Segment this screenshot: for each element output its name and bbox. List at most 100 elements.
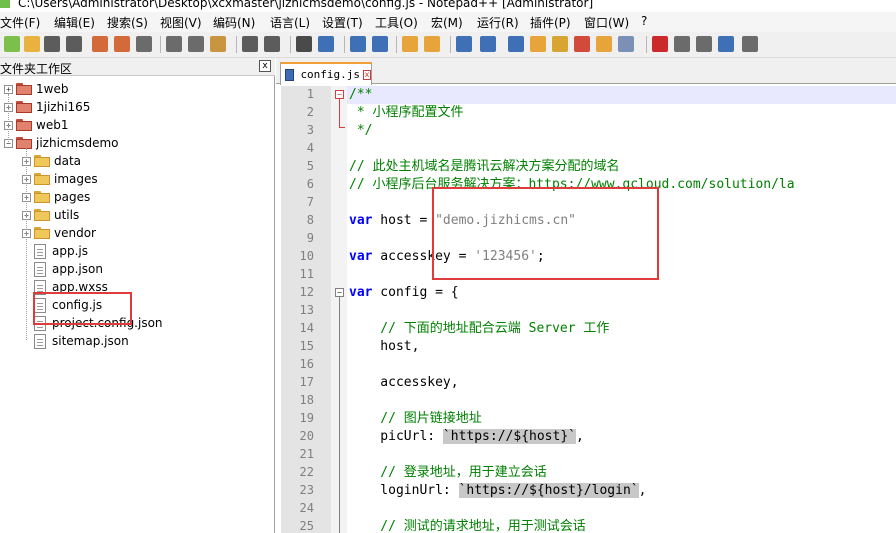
save-icon[interactable] — [44, 36, 60, 52]
template-literal: `https://${host}` — [442, 429, 576, 444]
panel-close-icon[interactable]: x — [259, 60, 271, 72]
sync-vertical-icon[interactable] — [402, 36, 418, 52]
tree-item-label: utils — [54, 208, 80, 222]
undo-icon[interactable] — [242, 36, 258, 52]
file-icon — [34, 243, 46, 259]
code-line-22: // 登录地址，用于建立会话 — [349, 465, 547, 480]
tab-config-js[interactable]: config.js x — [280, 62, 372, 85]
file-item[interactable]: sitemap.json — [22, 332, 129, 350]
folder-icon — [16, 83, 32, 95]
toolbar — [0, 32, 896, 58]
function-list-icon[interactable] — [574, 36, 590, 52]
menu-window[interactable]: 窗口(W) — [584, 14, 629, 31]
folder-item[interactable]: − jizhicmsdemo — [4, 134, 118, 152]
line-number: 3 — [306, 123, 314, 137]
save-all-icon[interactable] — [66, 36, 82, 52]
line-number: 1 — [306, 87, 314, 101]
close-icon[interactable] — [92, 36, 108, 52]
copy-icon[interactable] — [188, 36, 204, 52]
line-number: 16 — [299, 357, 314, 371]
folder-item[interactable]: +1jizhi165 — [4, 98, 90, 116]
current-line-highlight — [347, 86, 896, 104]
paste-icon[interactable] — [210, 36, 226, 52]
folder-item[interactable]: + vendor — [22, 224, 96, 242]
open-file-icon[interactable] — [24, 36, 40, 52]
menu-edit[interactable]: 编辑(E) — [54, 14, 95, 31]
folder-item[interactable]: + images — [22, 170, 98, 188]
folder-icon — [16, 119, 32, 131]
folder-item[interactable]: + web1 — [4, 116, 68, 134]
close-all-icon[interactable] — [114, 36, 130, 52]
code-editor[interactable]: − − 1 2 3 4 5 6 7 8 9 10 11 12 13 14 15 16 17 18 19 20 21 22 2… — [281, 86, 896, 533]
identifier: config = { — [372, 285, 459, 300]
menu-macro[interactable]: 宏(M) — [431, 14, 463, 31]
run-macro-multiple-icon[interactable] — [718, 36, 734, 52]
tab-close-icon[interactable]: x — [363, 69, 371, 80]
menu-help[interactable]: ? — [641, 14, 647, 28]
sync-horizontal-icon[interactable] — [424, 36, 440, 52]
folder-item[interactable]: + data — [22, 152, 81, 170]
new-file-icon[interactable] — [4, 36, 20, 52]
tab-label: config.js — [300, 68, 361, 81]
line-number: 9 — [306, 231, 314, 245]
tree-item-label: data — [54, 154, 82, 168]
menu-view[interactable]: 视图(V) — [160, 14, 202, 31]
line-number: 23 — [299, 483, 314, 497]
code-line-17: accesskey, — [349, 375, 459, 390]
code-line-3: */ — [349, 123, 373, 138]
tree-item-label: jizhicmsdemo — [36, 136, 119, 150]
line-number: 12 — [299, 285, 314, 299]
word-wrap-icon[interactable] — [456, 36, 472, 52]
line-number: 21 — [299, 447, 314, 461]
menu-encoding[interactable]: 编码(N) — [213, 14, 255, 31]
replace-icon[interactable] — [318, 36, 334, 52]
fold-toggle-config[interactable]: − — [335, 288, 344, 297]
show-all-chars-icon[interactable] — [480, 36, 496, 52]
file-item[interactable]: app.js — [22, 242, 88, 260]
code-line-20: picUrl: `https://${host}`, — [349, 428, 584, 446]
file-icon — [34, 261, 46, 277]
play-macro-icon[interactable] — [696, 36, 712, 52]
find-icon[interactable] — [296, 36, 312, 52]
fold-end — [339, 127, 345, 128]
fold-line — [339, 297, 340, 533]
line-number: 4 — [306, 141, 314, 155]
toolbar-separator — [646, 36, 647, 53]
menu-language[interactable]: 语言(L) — [270, 14, 310, 31]
code-line-1: /** — [349, 87, 373, 102]
doc-map-icon[interactable] — [552, 36, 568, 52]
folder-as-workspace-icon[interactable] — [596, 36, 612, 52]
menu-search[interactable]: 搜索(S) — [107, 14, 148, 31]
menu-tools[interactable]: 工具(O) — [375, 14, 418, 31]
record-macro-icon[interactable] — [652, 36, 668, 52]
menu-file[interactable]: 文件(F) — [0, 14, 40, 31]
cut-icon[interactable] — [166, 36, 182, 52]
zoom-out-icon[interactable] — [372, 36, 388, 52]
tree-item-label: 1web — [36, 82, 69, 96]
folder-icon — [34, 227, 50, 239]
folder-item[interactable]: + pages — [22, 188, 90, 206]
expand-icon[interactable]: + — [4, 84, 13, 94]
keyword-var: var — [349, 285, 373, 300]
line-number: 25 — [299, 519, 314, 533]
folder-item[interactable]: + utils — [22, 206, 79, 224]
redo-icon[interactable] — [264, 36, 280, 52]
udl-icon[interactable] — [530, 36, 546, 52]
stop-record-icon[interactable] — [674, 36, 690, 52]
line-number: 17 — [299, 375, 314, 389]
fold-line — [339, 99, 340, 127]
zoom-in-icon[interactable] — [350, 36, 366, 52]
monitoring-icon[interactable] — [618, 36, 634, 52]
fold-toggle-comment[interactable]: − — [335, 90, 344, 99]
save-macro-icon[interactable] — [742, 36, 758, 52]
indent-guide-icon[interactable] — [508, 36, 524, 52]
menu-run[interactable]: 运行(R) — [477, 14, 519, 31]
folder-item[interactable]: +1web — [4, 80, 68, 98]
file-item[interactable]: app.json — [22, 260, 103, 278]
folder-icon — [16, 137, 32, 149]
print-icon[interactable] — [136, 36, 152, 52]
menu-plugins[interactable]: 插件(P) — [530, 14, 571, 31]
menu-settings[interactable]: 设置(T) — [322, 14, 363, 31]
code-line-12: var config = { — [349, 284, 459, 302]
code-line-14: // 下面的地址配合云端 Server 工作 — [349, 321, 610, 336]
